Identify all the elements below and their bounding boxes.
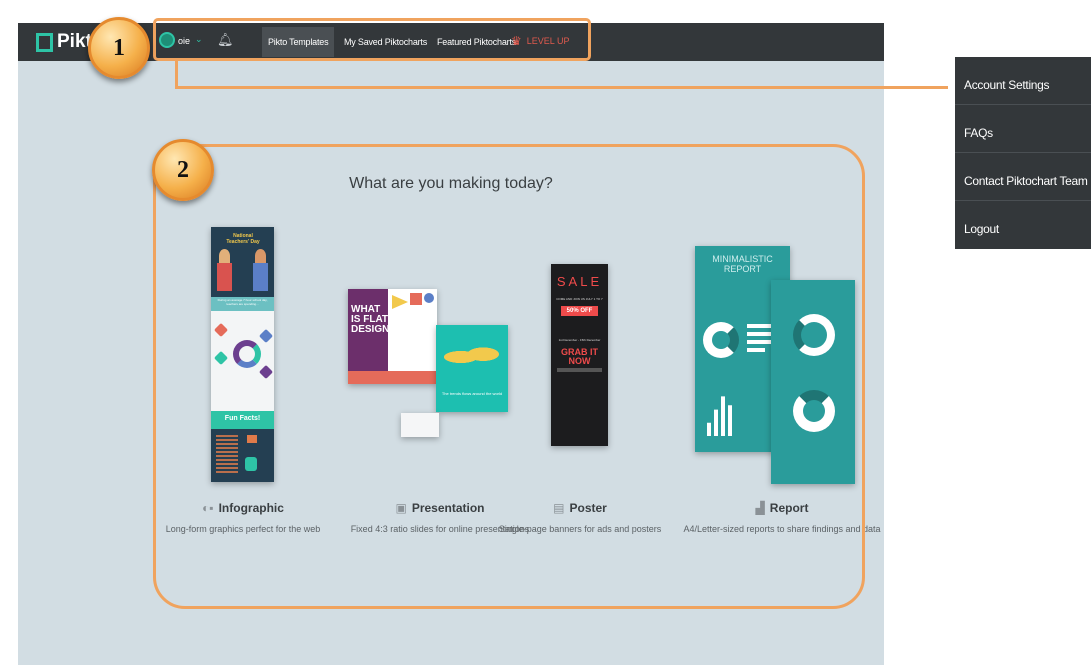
account-dropdown-menu: Account Settings FAQs Contact Piktochart…: [955, 57, 1091, 249]
logo-icon: [36, 32, 53, 52]
annotation-section-highlight: [153, 144, 865, 609]
annotation-connector-horizontal: [175, 86, 948, 89]
annotation-nav-highlight: [153, 18, 591, 61]
logo[interactable]: Pikt: [36, 31, 92, 53]
annotation-badge-2: 2: [152, 139, 214, 201]
annotation-connector-vertical: [175, 61, 178, 89]
annotation-badge-1: 1: [88, 17, 150, 79]
menu-item-faqs[interactable]: FAQs: [955, 105, 1091, 153]
logo-text: Pikt: [57, 31, 92, 52]
menu-item-contact-team[interactable]: Contact Piktochart Team: [955, 153, 1091, 201]
menu-item-logout[interactable]: Logout: [955, 201, 1091, 249]
menu-item-account-settings[interactable]: Account Settings: [955, 57, 1091, 105]
